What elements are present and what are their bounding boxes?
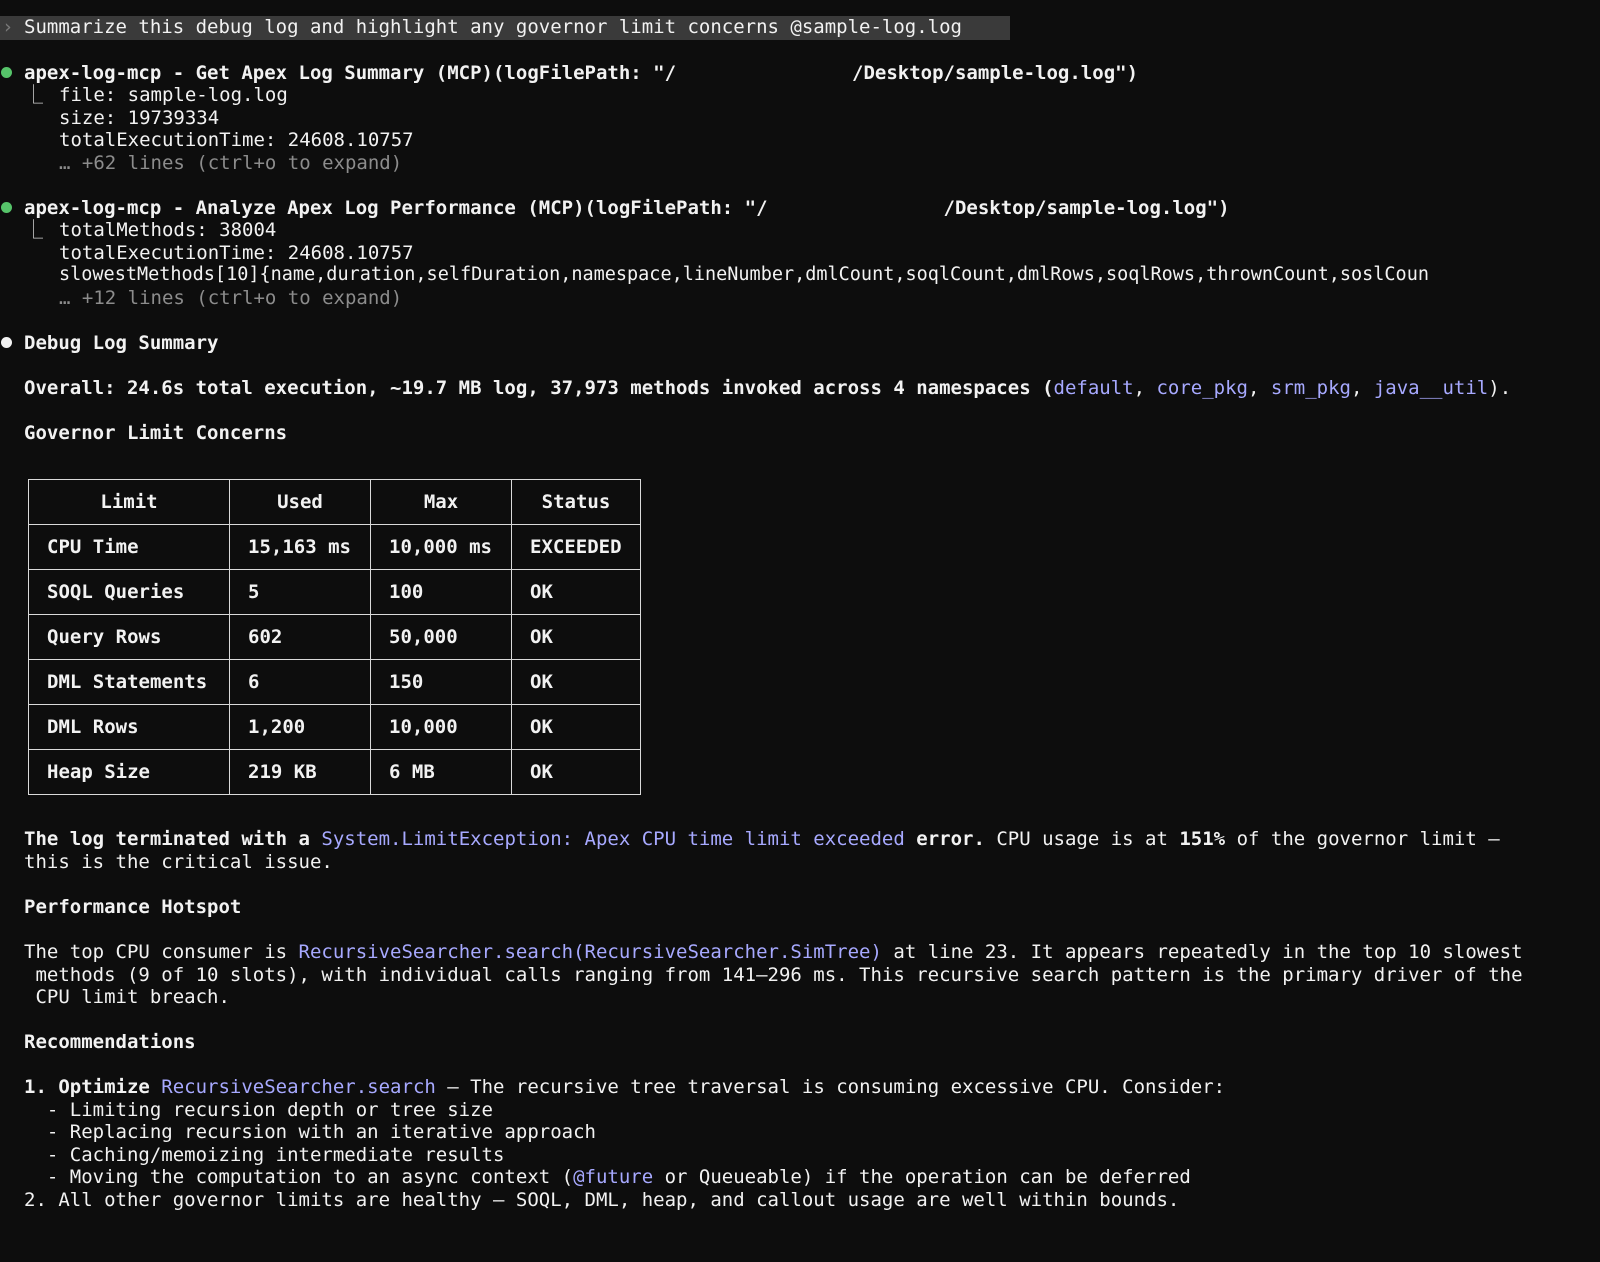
recommendation-bullet: - Limiting recursion depth or tree size	[24, 1099, 493, 1121]
tool-output-line: file: sample-log.log	[59, 84, 288, 106]
column-header: Limit	[28, 479, 230, 525]
table-cell: 6 MB	[370, 749, 512, 795]
column-header: Status	[511, 479, 641, 525]
governor-heading: Governor Limit Concerns	[24, 422, 288, 444]
table-cell: 100	[370, 569, 512, 615]
tool-output-line: totalExecutionTime: 24608.10757	[59, 129, 414, 151]
tree-branch-icon: ⎿	[24, 219, 44, 241]
column-header: Used	[229, 479, 371, 525]
hotspot-heading: Performance Hotspot	[24, 896, 242, 918]
namespace-link[interactable]: core_pkg	[1156, 377, 1248, 399]
tree-branch-icon: ⎿	[24, 84, 44, 106]
table-cell: 150	[370, 659, 512, 705]
table-cell: 50,000	[370, 614, 512, 660]
table-cell: EXCEEDED	[511, 524, 641, 570]
recommendation-item: 1. Optimize RecursiveSearcher.search — T…	[24, 1076, 1226, 1098]
governor-limits-table: Limit Used Max Status CPU Time 15,163 ms…	[28, 479, 641, 795]
bullet-dot-icon	[1, 337, 12, 348]
table-row: CPU Time 15,163 ms 10,000 ms EXCEEDED	[28, 524, 641, 570]
table-row: Query Rows 602 50,000 OK	[28, 614, 641, 660]
annotation-link[interactable]: @future	[573, 1166, 653, 1188]
prompt-text: Summarize this debug log and highlight a…	[24, 16, 962, 38]
hotspot-line: The top CPU consumer is RecursiveSearche…	[24, 941, 1523, 963]
table-cell: 602	[229, 614, 371, 660]
table-cell: DML Statements	[28, 659, 230, 705]
expand-hint[interactable]: … +12 lines (ctrl+o to expand)	[59, 287, 402, 310]
tool-call-header[interactable]: apex-log-mcp - Get Apex Log Summary (MCP…	[24, 62, 1138, 85]
table-cell: SOQL Queries	[28, 569, 230, 615]
table-row: DML Statements 6 150 OK	[28, 659, 641, 705]
namespace-link[interactable]: java__util	[1374, 377, 1488, 399]
table-row: DML Rows 1,200 10,000 OK	[28, 704, 641, 750]
table-row: Heap Size 219 KB 6 MB OK	[28, 749, 641, 795]
hotspot-line-3: CPU limit breach.	[24, 986, 230, 1008]
recommendation-bullet: - Replacing recursion with an iterative …	[24, 1121, 596, 1143]
method-link[interactable]: RecursiveSearcher.search(RecursiveSearch…	[299, 941, 882, 963]
table-cell: 6	[229, 659, 371, 705]
table-cell: DML Rows	[28, 704, 230, 750]
recommendations-heading: Recommendations	[24, 1031, 196, 1053]
table-cell: OK	[511, 749, 641, 795]
exception-link[interactable]: System.LimitException: Apex CPU time lim…	[321, 828, 904, 850]
tool-output-line: slowestMethods[10]{name,duration,selfDur…	[59, 264, 1429, 285]
prompt-caret-icon: ›	[2, 16, 14, 38]
tool-output-line: size: 19739334	[59, 107, 220, 129]
overall-line: Overall: 24.6s total execution, ~19.7 MB…	[24, 377, 1512, 399]
expand-hint[interactable]: … +62 lines (ctrl+o to expand)	[59, 152, 402, 175]
table-cell: OK	[511, 659, 641, 705]
method-link[interactable]: RecursiveSearcher.search	[161, 1076, 436, 1098]
table-cell: Heap Size	[28, 749, 230, 795]
namespace-link[interactable]: default	[1054, 377, 1134, 399]
tool-output-line: totalMethods: 38004	[59, 219, 277, 241]
success-dot-icon	[1, 67, 12, 78]
table-cell: OK	[511, 569, 641, 615]
table-cell: 1,200	[229, 704, 371, 750]
terminated-line: The log terminated with a System.LimitEx…	[24, 828, 1500, 850]
table-header-row: Limit Used Max Status	[28, 479, 641, 525]
hotspot-line-2: methods (9 of 10 slots), with individual…	[24, 964, 1523, 986]
tool-call-header[interactable]: apex-log-mcp - Analyze Apex Log Performa…	[24, 197, 1230, 220]
table-cell: OK	[511, 614, 641, 660]
table-cell: OK	[511, 704, 641, 750]
table-cell: 15,163 ms	[229, 524, 371, 570]
table-cell: 10,000 ms	[370, 524, 512, 570]
tool-output-line: totalExecutionTime: 24608.10757	[59, 242, 414, 264]
table-cell: 5	[229, 569, 371, 615]
table-cell: Query Rows	[28, 614, 230, 660]
success-dot-icon	[1, 202, 12, 213]
column-header: Max	[370, 479, 512, 525]
terminated-line-2: this is the critical issue.	[24, 851, 333, 873]
table-cell: 10,000	[370, 704, 512, 750]
namespace-link[interactable]: srm_pkg	[1271, 377, 1351, 399]
recommendation-bullet: - Caching/memoizing intermediate results	[24, 1144, 505, 1166]
table-row: SOQL Queries 5 100 OK	[28, 569, 641, 615]
recommendation-item: 2. All other governor limits are healthy…	[24, 1189, 1180, 1211]
table-cell: 219 KB	[229, 749, 371, 795]
table-cell: CPU Time	[28, 524, 230, 570]
recommendation-bullet: - Moving the computation to an async con…	[24, 1166, 1191, 1188]
summary-title: Debug Log Summary	[24, 332, 219, 354]
